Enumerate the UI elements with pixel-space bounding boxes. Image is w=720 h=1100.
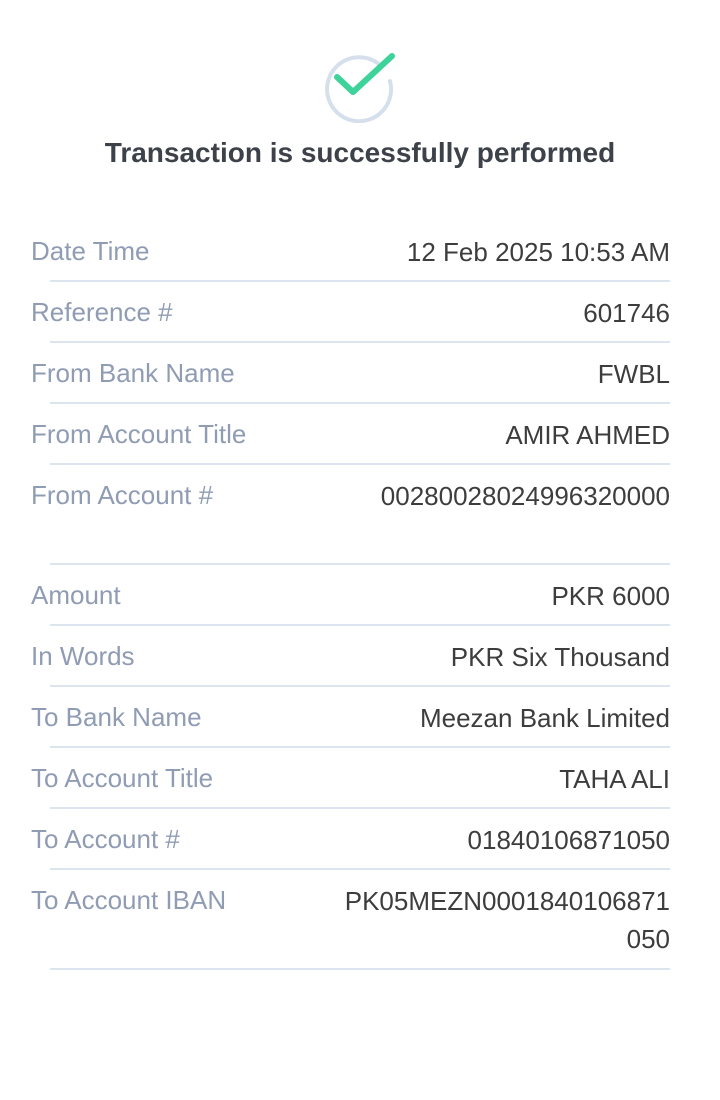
- check-circle-icon: [325, 53, 395, 123]
- detail-row-to-account-iban: To Account IBAN PK05MEZN0001840106871050: [0, 870, 720, 970]
- detail-value: TAHA ALI: [559, 764, 670, 794]
- detail-label: From Account Title: [31, 419, 247, 449]
- detail-row-date-time: Date Time 12 Feb 2025 10:53 AM: [0, 221, 720, 282]
- detail-row-from-account-number: From Account # 00280028024996320000: [0, 465, 720, 565]
- detail-label: Reference #: [31, 297, 173, 327]
- row-divider: [50, 968, 670, 970]
- detail-label: From Account #: [31, 480, 214, 510]
- detail-value: 00280028024996320000: [380, 481, 670, 511]
- detail-label: In Words: [31, 641, 135, 671]
- detail-value: PK05MEZN0001840106871050: [344, 886, 670, 954]
- detail-label: To Account Title: [31, 763, 214, 793]
- detail-value: AMIR AHMED: [505, 420, 670, 450]
- transaction-details: Date Time 12 Feb 2025 10:53 AM Reference…: [0, 221, 720, 970]
- status-title: Transaction is successfully performed: [104, 137, 616, 168]
- detail-row-from-account-title: From Account Title AMIR AHMED: [0, 404, 720, 465]
- detail-value: PKR 6000: [551, 581, 670, 611]
- detail-label: To Bank Name: [31, 702, 202, 732]
- detail-row-to-bank-name: To Bank Name Meezan Bank Limited: [0, 687, 720, 748]
- detail-label: Date Time: [31, 236, 150, 266]
- detail-value: 01840106871050: [467, 825, 670, 855]
- transaction-status: Transaction is successfully performed: [0, 0, 720, 200]
- detail-value: 601746: [583, 298, 670, 328]
- detail-row-in-words: In Words PKR Six Thousand: [0, 626, 720, 687]
- detail-value: FWBL: [597, 359, 670, 389]
- detail-value: 12 Feb 2025 10:53 AM: [406, 237, 670, 267]
- detail-label: From Bank Name: [31, 358, 235, 388]
- detail-row-from-bank-name: From Bank Name FWBL: [0, 343, 720, 404]
- detail-row-to-account-number: To Account # 01840106871050: [0, 809, 720, 870]
- detail-value: PKR Six Thousand: [450, 642, 670, 672]
- detail-row-amount: Amount PKR 6000: [0, 565, 720, 626]
- detail-row-reference: Reference # 601746: [0, 282, 720, 343]
- detail-label: To Account #: [31, 824, 180, 854]
- detail-value: Meezan Bank Limited: [419, 703, 670, 733]
- detail-row-to-account-title: To Account Title TAHA ALI: [0, 748, 720, 809]
- detail-label: Amount: [31, 580, 121, 610]
- detail-label: To Account IBAN: [31, 885, 227, 915]
